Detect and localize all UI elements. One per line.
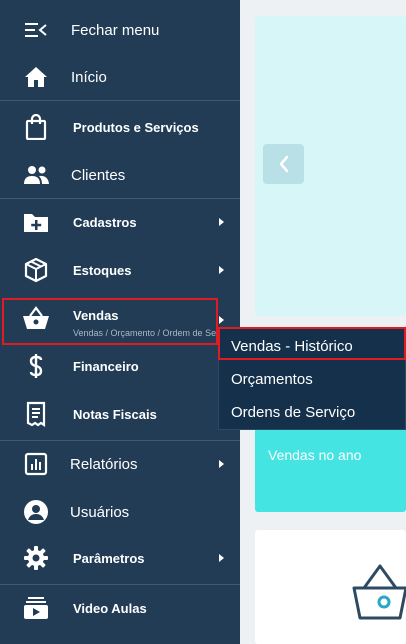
chevron-right-icon: [219, 266, 224, 274]
sidebar: Fechar menu Início Produtos e Serviços C…: [0, 0, 240, 644]
users-icon: [22, 161, 50, 189]
sidebar-item-reports[interactable]: Relatórios: [0, 448, 240, 480]
sidebar-item-label: Produtos e Serviços: [73, 119, 199, 135]
basket-icon: [352, 564, 406, 620]
sidebar-item-label: Cadastros: [73, 214, 137, 230]
submenu-item-quotes[interactable]: Orçamentos: [219, 363, 406, 396]
sidebar-item-finance[interactable]: Financeiro: [0, 350, 240, 382]
chevron-right-icon: [219, 554, 224, 562]
chevron-right-icon: [219, 460, 224, 468]
box-icon: [22, 256, 50, 284]
chevron-left-icon: [279, 155, 288, 173]
submenu-selection-highlight: [218, 327, 406, 360]
sidebar-item-video-lessons[interactable]: Video Aulas: [0, 592, 240, 624]
submenu-item-service-orders[interactable]: Ordens de Serviço: [219, 396, 406, 429]
folder-plus-icon: [22, 208, 50, 236]
gear-icon: [22, 544, 50, 572]
chevron-right-icon: [219, 218, 224, 226]
shopping-bag-icon: [22, 113, 50, 141]
sidebar-item-parameters[interactable]: Parâmetros: [0, 542, 240, 574]
receipt-icon: [22, 400, 50, 428]
sidebar-item-label: Usuários: [70, 503, 130, 521]
sidebar-item-label: Notas Fiscais: [73, 406, 157, 422]
sidebar-item-home[interactable]: Início: [0, 61, 240, 93]
sidebar-item-invoices[interactable]: Notas Fiscais: [0, 398, 240, 430]
sales-year-card: [255, 420, 406, 512]
sidebar-item-users[interactable]: Usuários: [0, 496, 240, 528]
sidebar-item-products[interactable]: Produtos e Serviços: [0, 110, 240, 144]
video-icon: [22, 594, 50, 622]
sidebar-item-label: Relatórios: [70, 455, 138, 473]
sidebar-item-label: Parâmetros: [73, 550, 145, 566]
sidebar-item-label: Video Aulas: [73, 600, 147, 616]
chart-icon: [22, 450, 50, 478]
sidebar-item-label: Estoques: [73, 262, 132, 278]
divider: [0, 440, 240, 441]
selection-highlight: [2, 298, 218, 345]
carousel-prev-button[interactable]: [263, 144, 304, 184]
divider: [0, 100, 240, 101]
divider: [0, 584, 240, 585]
user-circle-icon: [22, 498, 50, 526]
sidebar-item-label: Fechar menu: [71, 21, 160, 39]
sidebar-item-stock[interactable]: Estoques: [0, 254, 240, 286]
sidebar-item-label: Início: [71, 68, 107, 86]
divider: [0, 198, 240, 199]
sidebar-item-label: Financeiro: [73, 358, 139, 374]
home-icon: [22, 63, 50, 91]
sales-year-title: Vendas no ano: [268, 447, 362, 463]
sidebar-item-clients[interactable]: Clientes: [0, 159, 240, 191]
dollar-icon: [22, 352, 50, 380]
menu-close-icon: [22, 16, 50, 44]
sidebar-item-close-menu[interactable]: Fechar menu: [0, 14, 240, 46]
sidebar-item-label: Clientes: [71, 166, 126, 184]
chevron-right-icon: [219, 316, 224, 324]
sidebar-item-registrations[interactable]: Cadastros: [0, 206, 240, 238]
